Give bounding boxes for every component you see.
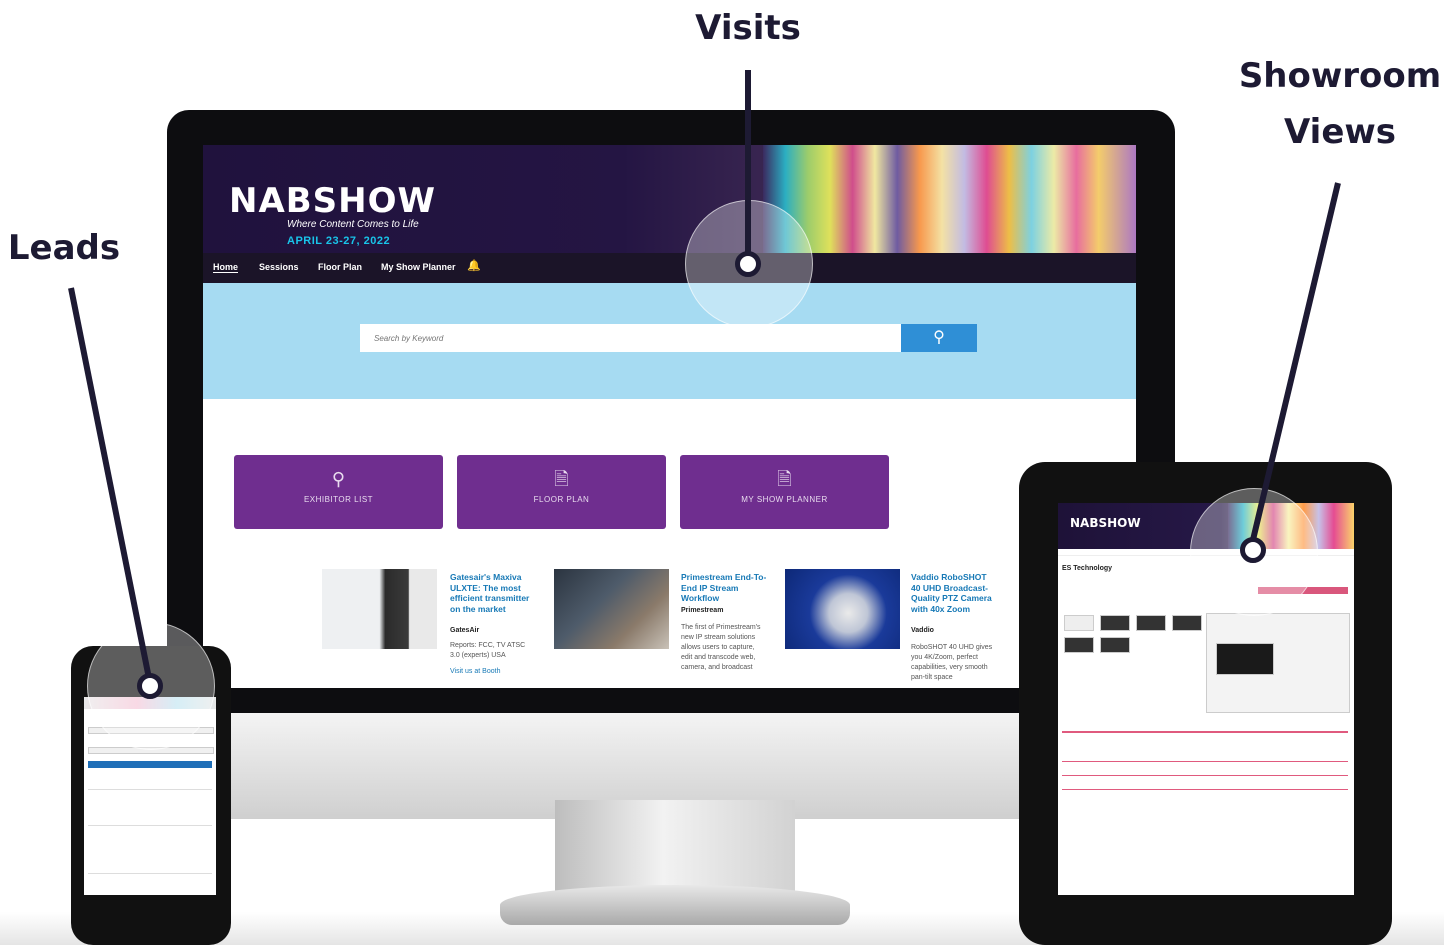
nabshow-logo[interactable]: NABSHOW — [229, 181, 436, 221]
product-thumb[interactable] — [1064, 615, 1094, 631]
leads-leader-line — [68, 287, 153, 681]
nav-home[interactable]: Home — [213, 262, 239, 273]
tile-label: EXHIBITOR LIST — [303, 495, 374, 504]
news-company: GatesAir — [450, 627, 480, 634]
document-icon: 🗎 — [777, 469, 792, 489]
tile-label: FLOOR PLAN — [533, 495, 590, 504]
search-button[interactable]: ⚲ — [901, 324, 977, 352]
news-title[interactable]: Gatesair's Maxiva ULXTE: The most effici… — [450, 572, 536, 614]
document-icon: 🗎 — [554, 469, 569, 489]
news-company: Primestream — [681, 607, 724, 614]
news-image-primestream[interactable] — [554, 569, 669, 649]
showroom-marker — [1240, 537, 1266, 563]
desktop-screen: NABSHOW Where Content Comes to Life APRI… — [203, 145, 1136, 688]
search-input[interactable] — [360, 324, 901, 352]
section-divider — [1062, 731, 1348, 733]
product-thumb[interactable] — [1100, 615, 1130, 631]
leads-marker — [137, 673, 163, 699]
nabshow-logo[interactable]: NABSHOW — [1070, 516, 1141, 530]
product-thumb[interactable] — [1172, 615, 1202, 631]
phone-search-button[interactable] — [88, 761, 212, 768]
leads-label: Leads — [7, 228, 121, 268]
tile-floor-plan[interactable]: 🗎 FLOOR PLAN — [457, 455, 666, 529]
site-header: NABSHOW Where Content Comes to Life APRI… — [203, 145, 1136, 253]
search-icon: ⚲ — [933, 329, 945, 346]
visits-label: Visits — [695, 8, 801, 48]
monitor-stand-base — [500, 885, 850, 925]
phone-divider — [88, 873, 212, 874]
nav-sessions[interactable]: Sessions — [259, 262, 299, 272]
table-row-divider — [1062, 775, 1348, 776]
tile-my-show-planner[interactable]: 🗎 MY SHOW PLANNER — [680, 455, 889, 529]
news-title[interactable]: Primestream End-To-End IP Stream Workflo… — [681, 572, 767, 604]
nav-my-show-planner[interactable]: My Show Planner — [381, 262, 456, 272]
product-image[interactable] — [1216, 643, 1274, 675]
product-thumb[interactable] — [1064, 637, 1094, 653]
product-thumb[interactable] — [1100, 637, 1130, 653]
news-title[interactable]: Vaddio RoboSHOT 40 UHD Broadcast-Quality… — [911, 572, 997, 614]
header-color-stripes — [763, 145, 1136, 253]
logo-tagline: Where Content Comes to Life — [287, 219, 419, 230]
visits-marker — [735, 251, 761, 277]
table-row-divider — [1062, 789, 1348, 790]
tile-exhibitor-list[interactable]: ⚲ EXHIBITOR LIST — [234, 455, 443, 529]
search-hero: ⚲ — [203, 283, 1136, 399]
site-nav: Home Sessions Floor Plan My Show Planner… — [203, 253, 1136, 283]
phone-divider — [88, 825, 212, 826]
news-company: Vaddio — [911, 627, 934, 634]
search-icon: ⚲ — [331, 469, 346, 489]
showroom-label-line1: Showroom — [1238, 56, 1442, 96]
visits-leader-line — [745, 70, 751, 254]
product-thumb[interactable] — [1136, 615, 1166, 631]
news-image-gatesair[interactable] — [322, 569, 437, 649]
news-body: The first of Primestream's new IP stream… — [681, 624, 761, 671]
news-image-vaddio[interactable] — [785, 569, 900, 649]
tile-label: MY SHOW PLANNER — [741, 495, 828, 504]
exhibitor-name: ES Technology — [1062, 565, 1113, 572]
showroom-label-line2: Views — [1283, 112, 1397, 152]
news-body: Reports: FCC, TV ATSC 3.0 (experts) USA — [450, 642, 526, 659]
table-row-divider — [1062, 761, 1348, 762]
news-link[interactable]: Visit us at Booth — [450, 667, 536, 677]
bell-icon[interactable]: 🔔 — [467, 259, 481, 272]
news-body: RoboSHOT 40 UHD gives you 4K/Zoom, perfe… — [911, 644, 993, 681]
nav-floor-plan[interactable]: Floor Plan — [318, 262, 362, 272]
monitor-stand — [555, 800, 795, 895]
event-dates: APRIL 23-27, 2022 — [287, 235, 391, 247]
phone-divider — [88, 789, 212, 790]
